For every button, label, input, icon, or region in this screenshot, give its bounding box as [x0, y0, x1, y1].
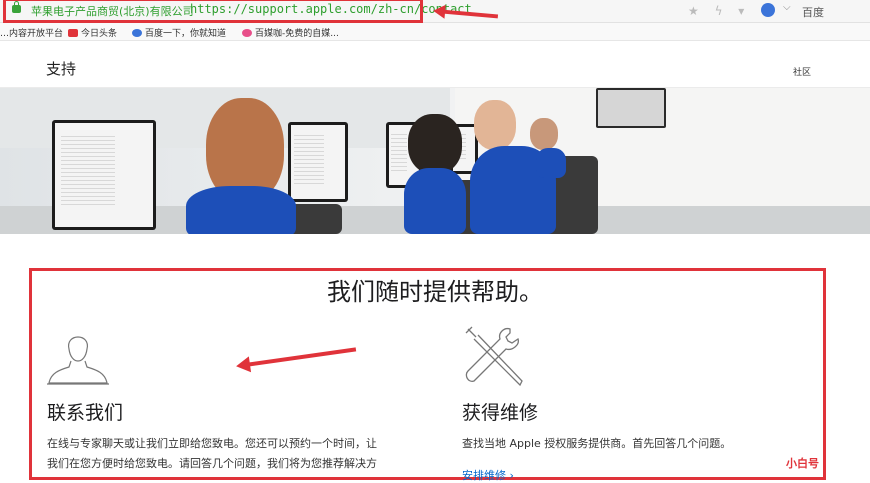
- bookmark-item[interactable]: …内容开放平台: [0, 26, 63, 39]
- bookmark-item[interactable]: 百媒咖-免费的自媒...: [242, 26, 339, 39]
- url-highlight-box: [3, 0, 423, 23]
- toutiao-icon: [68, 29, 78, 37]
- media-icon: [242, 29, 252, 37]
- hero-image: [0, 88, 870, 234]
- contact-us-title: 联系我们: [47, 402, 124, 424]
- bookmarks-bar: …内容开放平台 今日头条 百度一下，你就知道 百媒咖-免费的自媒...: [0, 23, 870, 41]
- computer-monitor: [52, 120, 156, 230]
- wrench-screwdriver-icon: [465, 326, 523, 387]
- search-engine-label[interactable]: 百度: [802, 4, 824, 20]
- bookmark-item[interactable]: 今日头条: [68, 26, 117, 39]
- baidu-paw-icon: [132, 29, 142, 37]
- contact-us-description: 在线与专家聊天或让我们立即给您致电。您还可以预约一个时间，让 我们在您方便时给您…: [47, 437, 377, 470]
- toolbar-icons[interactable]: ★ ϟ ▾: [688, 4, 750, 18]
- page-title[interactable]: 支持: [46, 58, 76, 79]
- chevron-down-icon[interactable]: ⌵: [783, 2, 791, 13]
- computer-monitor: [288, 122, 348, 202]
- person-icon: [47, 336, 109, 385]
- support-nav: 支持 社区: [0, 41, 870, 88]
- bookmark-item[interactable]: 百度一下，你就知道: [132, 26, 226, 39]
- watermark: 小白号: [786, 457, 819, 470]
- get-repair-description: 查找当地 Apple 授权服务提供商。首先回答几个问题。: [462, 437, 732, 450]
- nav-community-link[interactable]: 社区: [793, 65, 811, 78]
- get-repair-title: 获得维修: [462, 402, 539, 424]
- baidu-logo-icon[interactable]: [761, 3, 775, 17]
- wall-display: [596, 88, 666, 128]
